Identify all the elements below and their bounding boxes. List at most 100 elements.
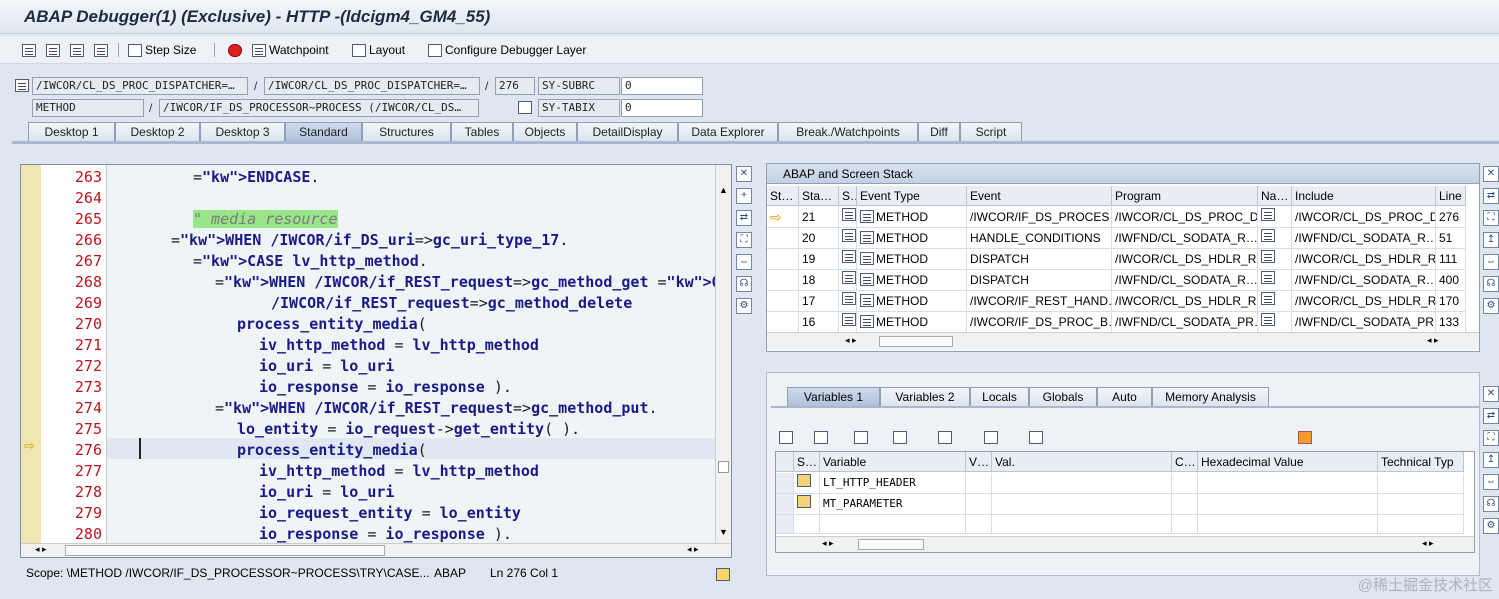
stack-cell[interactable]: /IWCOR/CL_DS_HDLR_R… [1292,291,1436,312]
stack-column-header[interactable]: Include [1292,186,1436,206]
vars-column-header[interactable]: S… [794,452,820,472]
step-size-button[interactable]: Step Size [128,41,196,59]
vars-cell[interactable] [794,515,820,534]
vars-column-header[interactable]: Variable [820,452,966,472]
stack-column-header[interactable]: Line [1436,186,1466,206]
stack-column-header[interactable]: Program [1112,186,1258,206]
current-frame-arrow-icon[interactable]: ⇨ [767,207,799,228]
source-icon[interactable] [842,250,856,263]
tab-structures[interactable]: Structures [362,122,451,142]
code-line[interactable]: " media resource [193,209,338,230]
tab-script[interactable]: Script [960,122,1022,142]
vars-column-header[interactable]: Technical Typ [1378,452,1464,472]
vars-cell[interactable] [1172,473,1198,494]
tab-memory-analysis[interactable]: Memory Analysis [1152,387,1269,407]
vars-cell[interactable] [776,515,794,534]
tab-break-watchpoints[interactable]: Break./Watchpoints [778,122,918,142]
code-line[interactable]: ="kw">WHEN /IWCOR/if_REST_request=>gc_me… [215,398,658,419]
tab-data-explorer[interactable]: Data Explorer [678,122,778,142]
code-line[interactable]: process_entity_media( [237,440,427,461]
watchpoint-button[interactable]: Watchpoint [252,41,329,59]
sy-tabix-value[interactable]: 0 [621,99,703,117]
vars-cell[interactable] [966,515,992,534]
jump-icon[interactable] [517,101,532,114]
swap-icon[interactable]: ⇔ [736,254,752,270]
stack-cell[interactable] [839,207,857,228]
stack-cell[interactable] [1258,249,1292,270]
stack-cell[interactable]: /IWCOR/IF_DS_PROCES… [967,207,1112,228]
source-icon[interactable] [842,271,856,284]
hierarchy-icon[interactable] [938,431,953,444]
code-line[interactable]: lo_entity = io_request->get_entity( ). [237,419,580,440]
code-line[interactable]: /IWCOR/if_REST_request=>gc_method_delete [271,293,632,314]
vars-up-icon[interactable]: ↥ [1483,452,1499,468]
line-field[interactable]: 276 [495,77,535,95]
stack-cell[interactable]: 16 [799,312,839,333]
event-name-field[interactable]: /IWCOR/IF_DS_PROCESSOR~PROCESS (/IWCOR/C… [159,99,479,117]
tab-desktop-1[interactable]: Desktop 1 [28,122,115,142]
close-icon[interactable]: ✕ [736,166,752,182]
stack-cell[interactable]: 133 [1436,312,1466,333]
tab-globals[interactable]: Globals [1029,387,1097,407]
stack-column-header[interactable]: Na… [1258,186,1292,206]
close-stack-icon[interactable]: ✕ [1483,166,1499,182]
vars-cell[interactable] [966,494,992,515]
code-line[interactable]: io_uri = lo_uri [259,482,394,503]
stack-cell[interactable]: METHOD [857,207,967,228]
stack-cell[interactable] [839,312,857,333]
stack-cell[interactable]: 170 [1436,291,1466,312]
tab-variables-1[interactable]: Variables 1 [787,387,880,407]
code-line[interactable]: iv_http_method = lv_http_method [259,335,539,356]
stack-cell[interactable] [839,249,857,270]
stack-cell[interactable]: 17 [799,291,839,312]
stack-column-header[interactable]: Event Type [857,186,967,206]
tab-auto[interactable]: Auto [1097,387,1152,407]
insert-icon[interactable] [814,431,829,444]
stack-cell[interactable] [767,291,799,312]
navigate-icon[interactable] [1261,229,1275,242]
vars-cell[interactable] [1198,515,1378,534]
stack-cell[interactable] [839,270,857,291]
stack-cell[interactable]: HANDLE_CONDITIONS [967,228,1112,249]
tab-diff[interactable]: Diff [918,122,960,142]
vars-cell[interactable] [776,494,794,515]
stack-cell[interactable]: /IWCOR/IF_REST_HAND… [967,291,1112,312]
layout-button[interactable]: Layout [352,41,405,59]
append-icon[interactable] [853,431,868,444]
stack-cell[interactable] [767,312,799,333]
single-step-icon[interactable] [22,41,36,59]
stack-column-header[interactable]: St… [767,186,799,206]
stack-horizontal-scrollbar[interactable]: ◂ ▸ ◂ ▸ [767,332,1479,350]
tab-desktop-3[interactable]: Desktop 3 [200,122,285,142]
stack-cell[interactable] [767,249,799,270]
editor-horizontal-scrollbar[interactable]: ◂ ▸ ◂ ▸ [21,543,731,557]
stack-cell[interactable]: METHOD [857,291,967,312]
vars-tool-icon[interactable]: ⇄ [1483,408,1499,424]
vars-cell[interactable] [1378,494,1464,515]
continue-icon[interactable] [94,41,108,59]
stack-cell[interactable] [839,228,857,249]
stack-cell[interactable]: DISPATCH [967,249,1112,270]
stack-cell[interactable]: /IWCOR/CL_DS_PROC_D… [1292,207,1436,228]
stack-settings-icon[interactable]: ⚙ [1483,298,1499,314]
stack-cell[interactable]: /IWFND/CL_SODATA_PR… [1292,312,1436,333]
stack-cell[interactable]: 400 [1436,270,1466,291]
navigate-icon[interactable] [1261,292,1275,305]
vars-horizontal-scrollbar[interactable]: ◂ ▸ ◂ ▸ [776,536,1474,552]
vars-services-icon[interactable]: ☊ [1483,496,1499,512]
stack-cell[interactable] [1258,228,1292,249]
vars-cell[interactable] [992,494,1172,515]
stack-cell[interactable]: 276 [1436,207,1466,228]
vars-swap-icon[interactable]: ⇔ [1483,474,1499,490]
main-program-field[interactable]: /IWCOR/CL_DS_PROC_DISPATCHER=… [32,77,248,95]
code-line[interactable]: io_request_entity = lo_entity [259,503,521,524]
stack-cell[interactable]: METHOD [857,228,967,249]
breakpoint-gutter[interactable]: ⇨ [21,165,41,543]
stack-cell[interactable] [1258,207,1292,228]
stack-cell[interactable]: /IWFND/CL_SODATA_PR… [1112,312,1258,333]
vars-column-header[interactable] [776,452,794,472]
stack-cell[interactable]: /IWFND/CL_SODATA_R… [1292,228,1436,249]
code-line[interactable]: ="kw">ENDCASE. [193,167,319,188]
stack-cell[interactable]: /IWCOR/CL_DS_PROC_D… [1112,207,1258,228]
execute-icon[interactable] [46,41,60,59]
